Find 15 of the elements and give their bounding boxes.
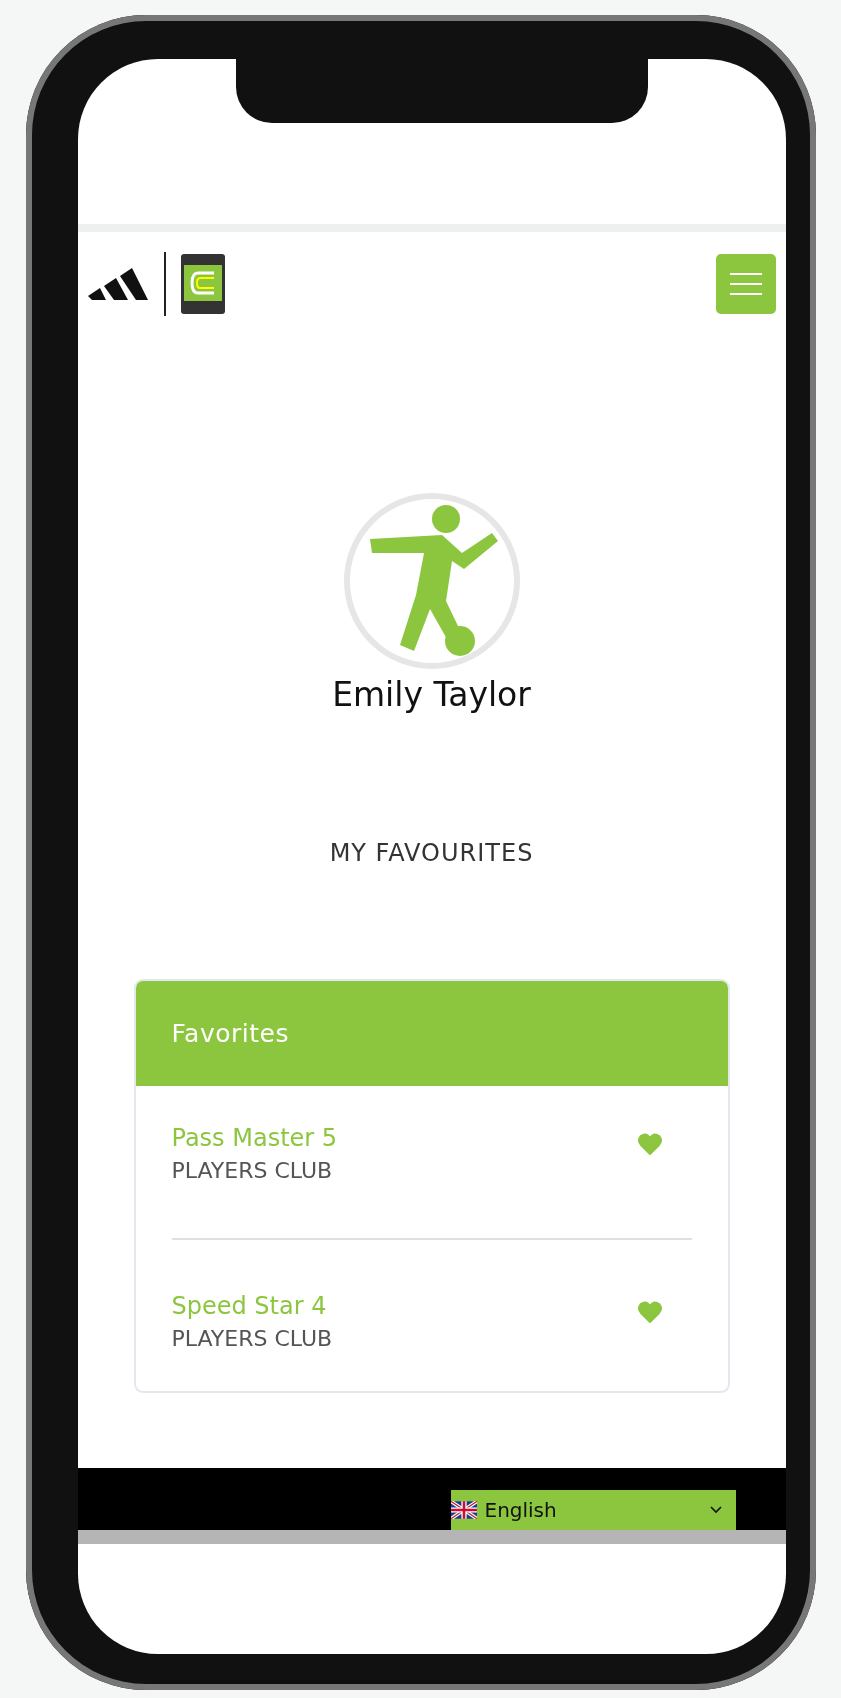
football-player-avatar-icon <box>341 491 522 671</box>
favorite-link[interactable]: Pass Master 5 <box>171 1124 338 1152</box>
club-label: PLAYERS CLUB <box>171 1158 334 1183</box>
heart-icon[interactable] <box>637 1132 662 1155</box>
chevron-down-icon <box>709 1506 722 1514</box>
favorite-link[interactable]: Speed Star 4 <box>171 1292 333 1320</box>
profile-name: Emily Taylor <box>332 675 531 714</box>
coaching-badge-icon <box>179 253 226 315</box>
club-label: PLAYERS CLUB <box>171 1326 333 1351</box>
section-title: MY FAVOURITES <box>328 839 535 867</box>
uk-flag-icon <box>450 1501 477 1519</box>
menu-button[interactable] <box>715 254 776 314</box>
language-select[interactable]: English <box>450 1490 736 1530</box>
card-title: Favorites <box>171 1019 289 1048</box>
heart-icon[interactable] <box>637 1300 662 1323</box>
